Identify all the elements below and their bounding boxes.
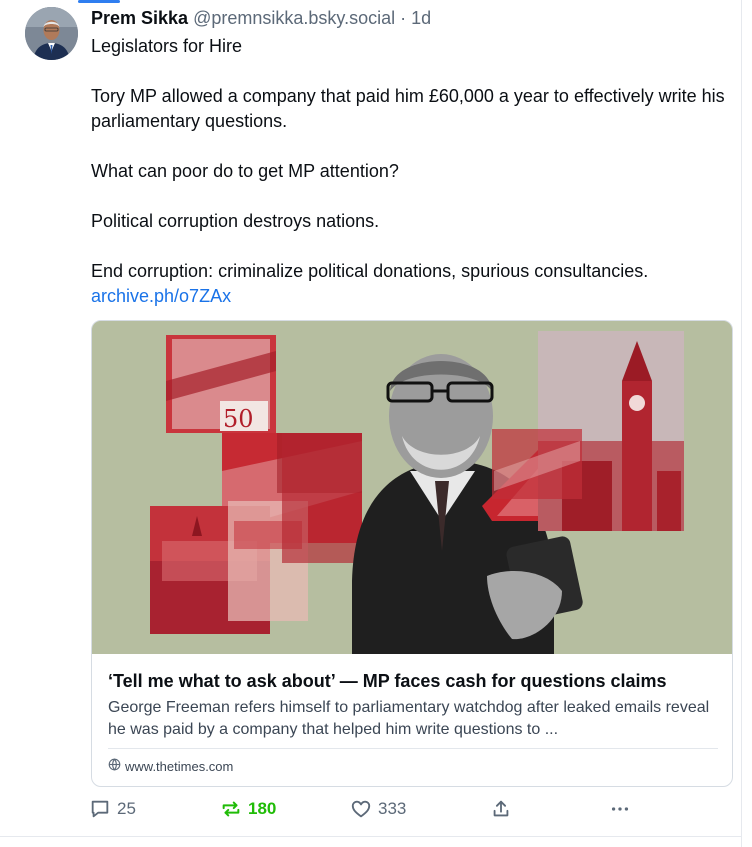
card-image: 50 bbox=[92, 321, 732, 654]
active-tab-indicator bbox=[78, 0, 120, 3]
card-description: George Freeman refers himself to parliam… bbox=[108, 699, 710, 738]
post-line: Tory MP allowed a company that paid him … bbox=[91, 86, 725, 131]
card-domain: www.thetimes.com bbox=[108, 758, 233, 775]
post-timestamp[interactable]: 1d bbox=[411, 8, 431, 28]
like-count: 333 bbox=[378, 799, 407, 818]
post-divider bbox=[0, 836, 741, 837]
author-handle[interactable]: @premnsikka.bsky.social bbox=[193, 8, 395, 28]
card-illustration: 50 bbox=[92, 321, 732, 654]
author-name[interactable]: Prem Sikka bbox=[91, 8, 188, 28]
avatar[interactable] bbox=[25, 7, 78, 60]
share-icon bbox=[490, 798, 512, 820]
reply-icon bbox=[89, 798, 111, 820]
feed-border bbox=[741, 0, 742, 847]
repost-count: 180 bbox=[248, 799, 277, 818]
repost-button[interactable]: 180 bbox=[220, 795, 276, 823]
link-preview-card[interactable]: 50 ‘Tell me what to ask about’ — MP face… bbox=[91, 320, 733, 787]
banknote-value: 50 bbox=[223, 405, 254, 433]
share-button[interactable] bbox=[490, 795, 512, 823]
post-link[interactable]: archive.ph/o7ZAx bbox=[91, 286, 231, 306]
post-line: Legislators for Hire bbox=[91, 36, 243, 56]
globe-icon bbox=[108, 758, 121, 775]
like-button[interactable]: 333 bbox=[350, 795, 406, 823]
repost-icon bbox=[220, 798, 242, 820]
post-header: Prem Sikka @premnsikka.bsky.social · 1d bbox=[91, 6, 431, 30]
card-title[interactable]: ‘Tell me what to ask about’ — MP faces c… bbox=[108, 669, 718, 693]
card-domain-text: www.thetimes.com bbox=[125, 758, 234, 774]
avatar-image bbox=[25, 7, 78, 60]
post-line: Political corruption destroys nations. bbox=[91, 211, 380, 231]
heart-icon bbox=[350, 798, 372, 820]
post-line: End corruption: criminalize political do… bbox=[91, 261, 649, 281]
post-text: Legislators for Hire Tory MP allowed a c… bbox=[91, 34, 731, 309]
reply-button[interactable]: 25 bbox=[89, 795, 136, 823]
post-actions: 25 180 333 bbox=[89, 795, 729, 823]
more-icon bbox=[609, 798, 631, 820]
more-options-button[interactable] bbox=[609, 795, 631, 823]
reply-count: 25 bbox=[117, 799, 136, 818]
card-divider bbox=[108, 748, 718, 749]
header-separator: · bbox=[400, 8, 407, 28]
post-line: What can poor do to get MP attention? bbox=[91, 161, 399, 181]
